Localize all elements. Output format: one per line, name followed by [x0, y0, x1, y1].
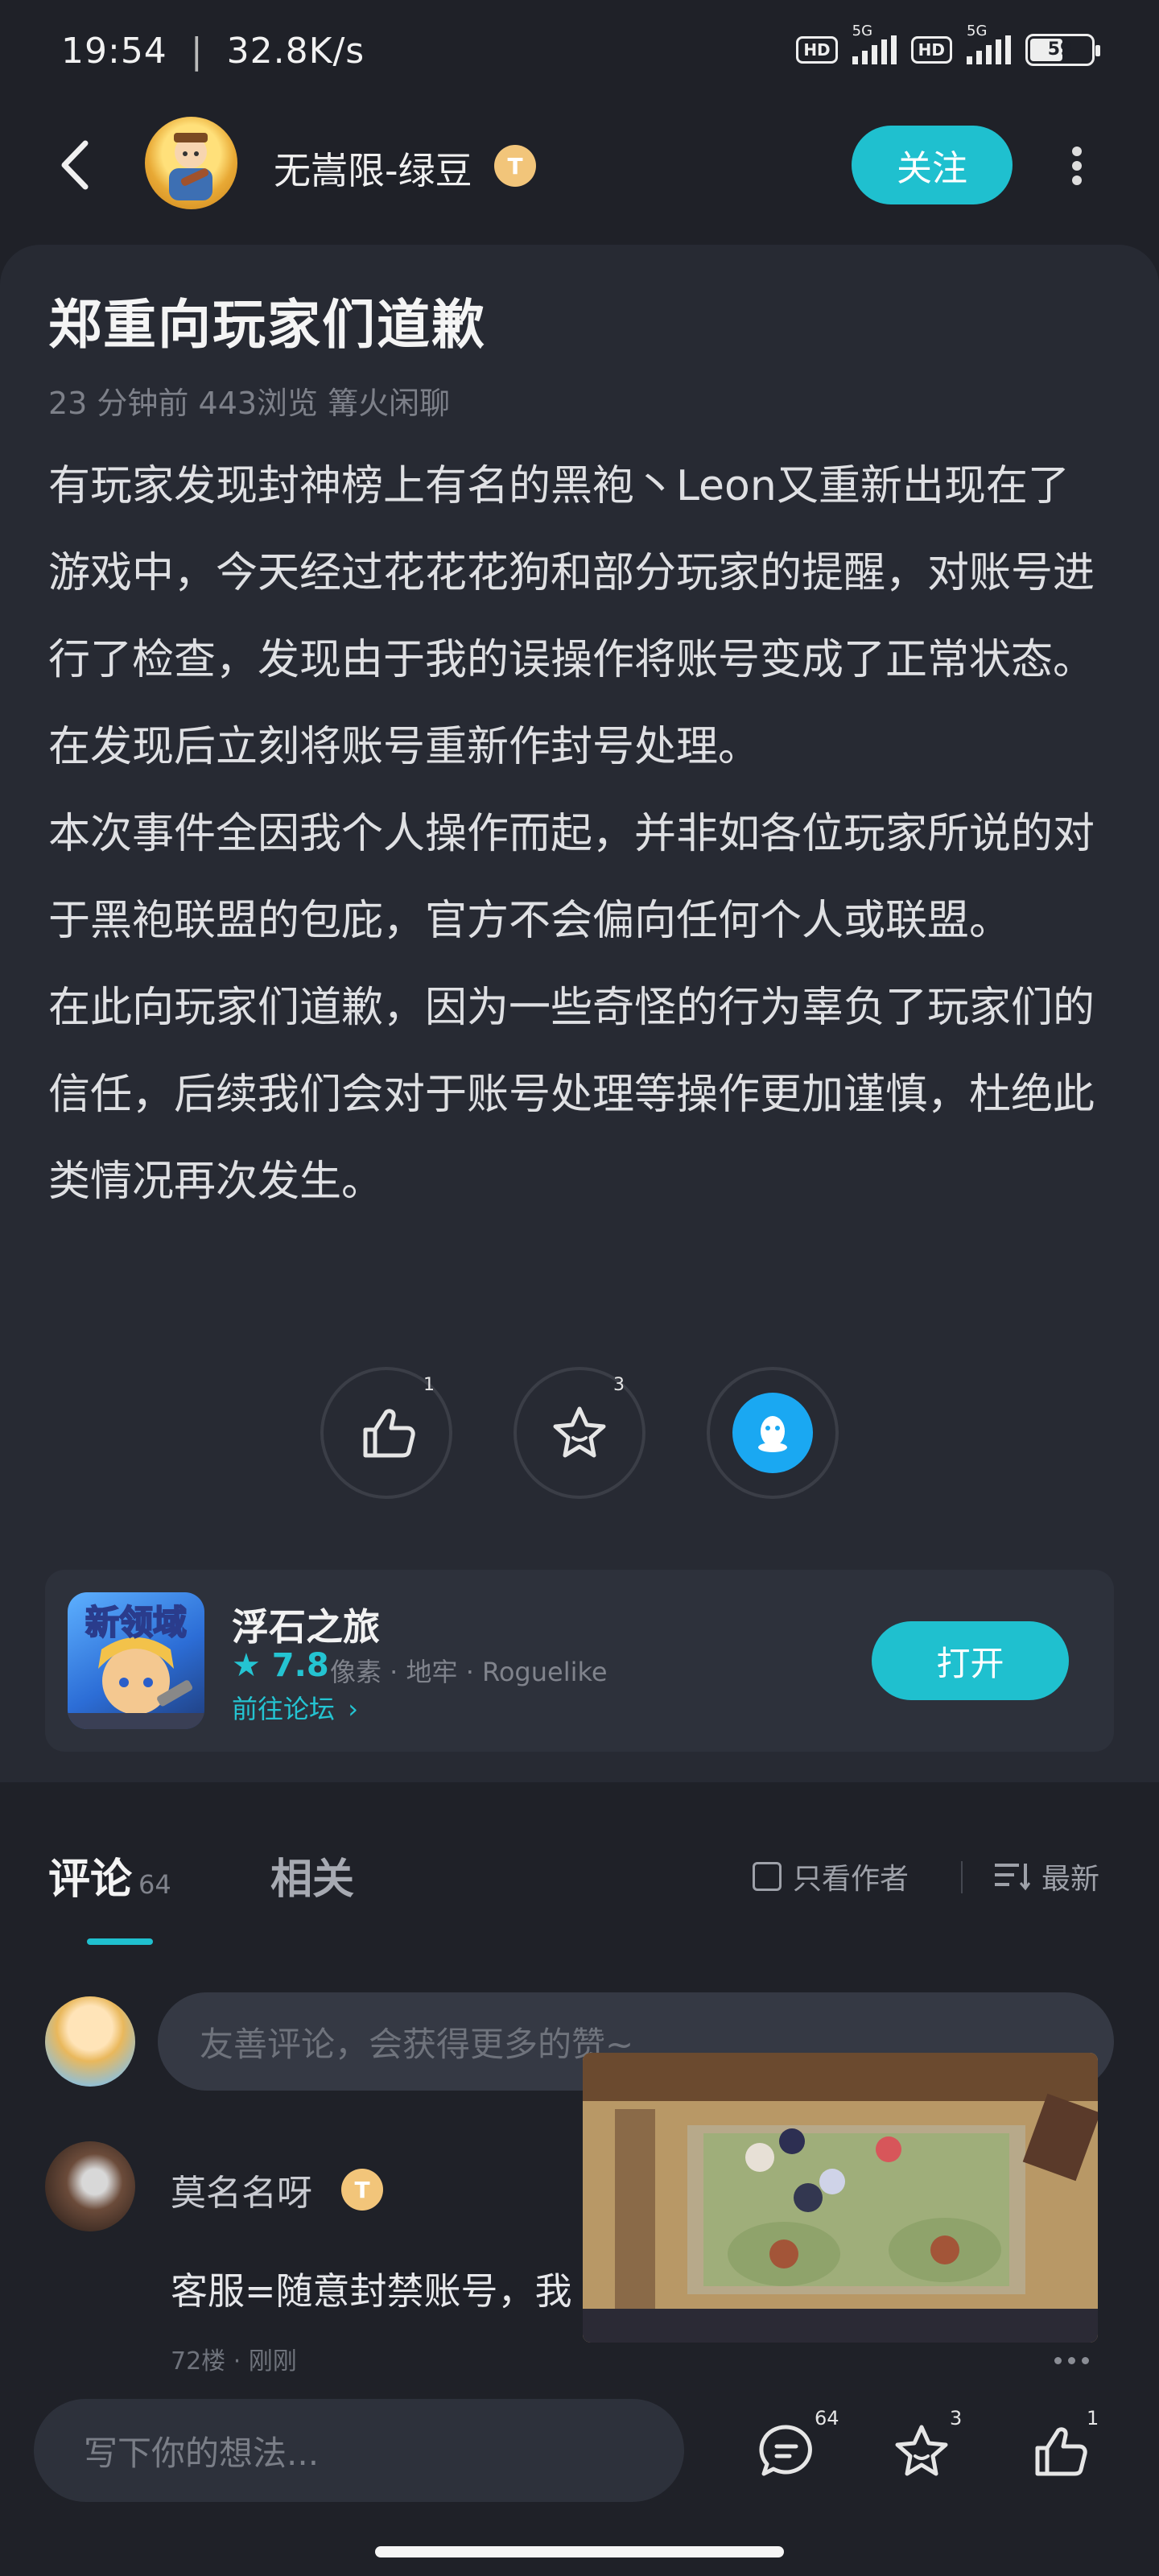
game-score-value: 7.8: [271, 1647, 329, 1684]
open-game-button[interactable]: 打开: [872, 1621, 1069, 1700]
bottom-star-count: 3: [950, 2407, 963, 2429]
hd-icon-2: HD: [910, 36, 952, 64]
article-paragraph: 本次事件全因我个人操作而起，并非如各位玩家所说的对于黑袍联盟的包庇，官方不会偏向…: [48, 810, 1095, 945]
article-title: 郑重向玩家们道歉: [48, 294, 486, 356]
like-count: 1: [423, 1375, 435, 1395]
sort-toggle[interactable]: 最新: [992, 1856, 1099, 1897]
commenter-avatar[interactable]: [45, 2141, 135, 2231]
chevron-right-icon: ›: [348, 1694, 358, 1724]
author-avatar[interactable]: [145, 117, 237, 209]
status-bar: 19:54 | 32.8K/s HD 5G HD 5G 59: [0, 0, 1159, 105]
comments-button[interactable]: [750, 2415, 823, 2487]
follow-button[interactable]: 关注: [852, 126, 1013, 204]
comment-meta: 72楼 · 刚刚: [171, 2347, 297, 2376]
tab-comments-label: 评论: [48, 1856, 133, 1904]
game-score: ★ 7.8: [232, 1647, 329, 1684]
like-button[interactable]: [1022, 2415, 1095, 2487]
favorite-reaction-button[interactable]: [514, 1367, 645, 1499]
hd-icon: HD: [796, 36, 838, 64]
video-more-icon[interactable]: [1054, 2357, 1089, 2364]
sort-label: 最新: [1041, 1863, 1100, 1896]
comment-text: 客服=随意封禁账号，我: [171, 2269, 572, 2313]
net-type-label: 5G: [852, 23, 873, 39]
status-time-speed: 19:54 | 32.8K/s: [61, 31, 365, 72]
thumbs-up-icon: [1035, 2427, 1087, 2476]
bottom-comment-count: 64: [815, 2407, 839, 2429]
article-meta: 23 分钟前 443浏览 篝火闲聊: [48, 386, 451, 421]
back-button[interactable]: [53, 137, 101, 193]
tab-comments[interactable]: 评论 64: [48, 1845, 171, 1905]
article-paragraph: 有玩家发现封神榜上有名的黑袍丶Leon又重新出现在了游戏中，今天经过花花花狗和部…: [48, 462, 1095, 771]
game-icon-text: 新领域: [85, 1602, 188, 1643]
battery-level: 59: [1047, 39, 1073, 60]
star-icon: [895, 2425, 948, 2476]
author-level-badge: T: [494, 145, 536, 187]
badge-letter: T: [354, 2176, 370, 2203]
checkbox-icon: [753, 1862, 782, 1891]
chevron-left-icon: [61, 140, 89, 190]
floating-video-player[interactable]: [583, 2053, 1098, 2343]
game-name: 浮石之旅: [232, 1605, 380, 1649]
only-author-toggle[interactable]: 只看作者: [753, 1856, 909, 1897]
commenter-level-badge: T: [341, 2169, 383, 2211]
status-icons: HD 5G HD 5G 59: [796, 23, 1100, 66]
author-avatar-image: [169, 133, 212, 200]
author-name-text: 无嵩限-绿豆: [274, 149, 472, 192]
bottom-like-count: 1: [1087, 2407, 1099, 2429]
favorite-button[interactable]: [885, 2415, 958, 2487]
tab-comments-count: 64: [138, 1869, 171, 1900]
rating-star-icon: ★: [232, 1647, 261, 1684]
video-thumbnail: [583, 2053, 1098, 2343]
commenter-name[interactable]: 莫名名呀: [171, 2164, 312, 2215]
article-paragraph: 在此向玩家们道歉，因为一些奇怪的行为辜负了玩家们的信任，后续我们会对于账号处理等…: [48, 984, 1095, 1206]
qq-icon: [732, 1393, 813, 1473]
thumbs-up-icon: [363, 1409, 415, 1458]
author-name[interactable]: 无嵩限-绿豆: [274, 142, 472, 195]
star-icon: [553, 1406, 606, 1458]
signal-icon-2: 5G: [967, 23, 1011, 64]
net-type-label-2: 5G: [967, 23, 988, 39]
game-forum-link-text: 前往论坛: [232, 1694, 336, 1724]
star-count: 3: [613, 1375, 625, 1395]
game-tags: 像素 · 地牢 · Roguelike: [330, 1657, 608, 1687]
sort-icon: [995, 1864, 1030, 1891]
my-avatar: [45, 1996, 135, 2087]
game-forum-link[interactable]: 前往论坛 ›: [232, 1689, 358, 1726]
divider: [961, 1861, 963, 1893]
home-indicator[interactable]: [375, 2546, 784, 2557]
bottom-comment-input[interactable]: 写下你的想法...: [34, 2399, 684, 2502]
battery-icon: 59: [1025, 34, 1100, 66]
signal-icon: 5G: [852, 23, 897, 64]
game-icon[interactable]: 新领域: [68, 1592, 204, 1729]
tab-related[interactable]: 相关: [270, 1845, 354, 1905]
tab-active-indicator: [87, 1938, 153, 1945]
status-net-speed: 32.8K/s: [226, 31, 365, 72]
article-body: 有玩家发现封神榜上有名的黑袍丶Leon又重新出现在了游戏中，今天经过花花花狗和部…: [48, 443, 1095, 1225]
more-options-icon[interactable]: [1061, 142, 1093, 190]
badge-letter: T: [507, 152, 523, 180]
share-qq-button[interactable]: [707, 1367, 839, 1499]
comment-bubble-icon: [759, 2425, 812, 2476]
status-time: 19:54: [61, 31, 167, 72]
only-author-label: 只看作者: [793, 1863, 909, 1896]
